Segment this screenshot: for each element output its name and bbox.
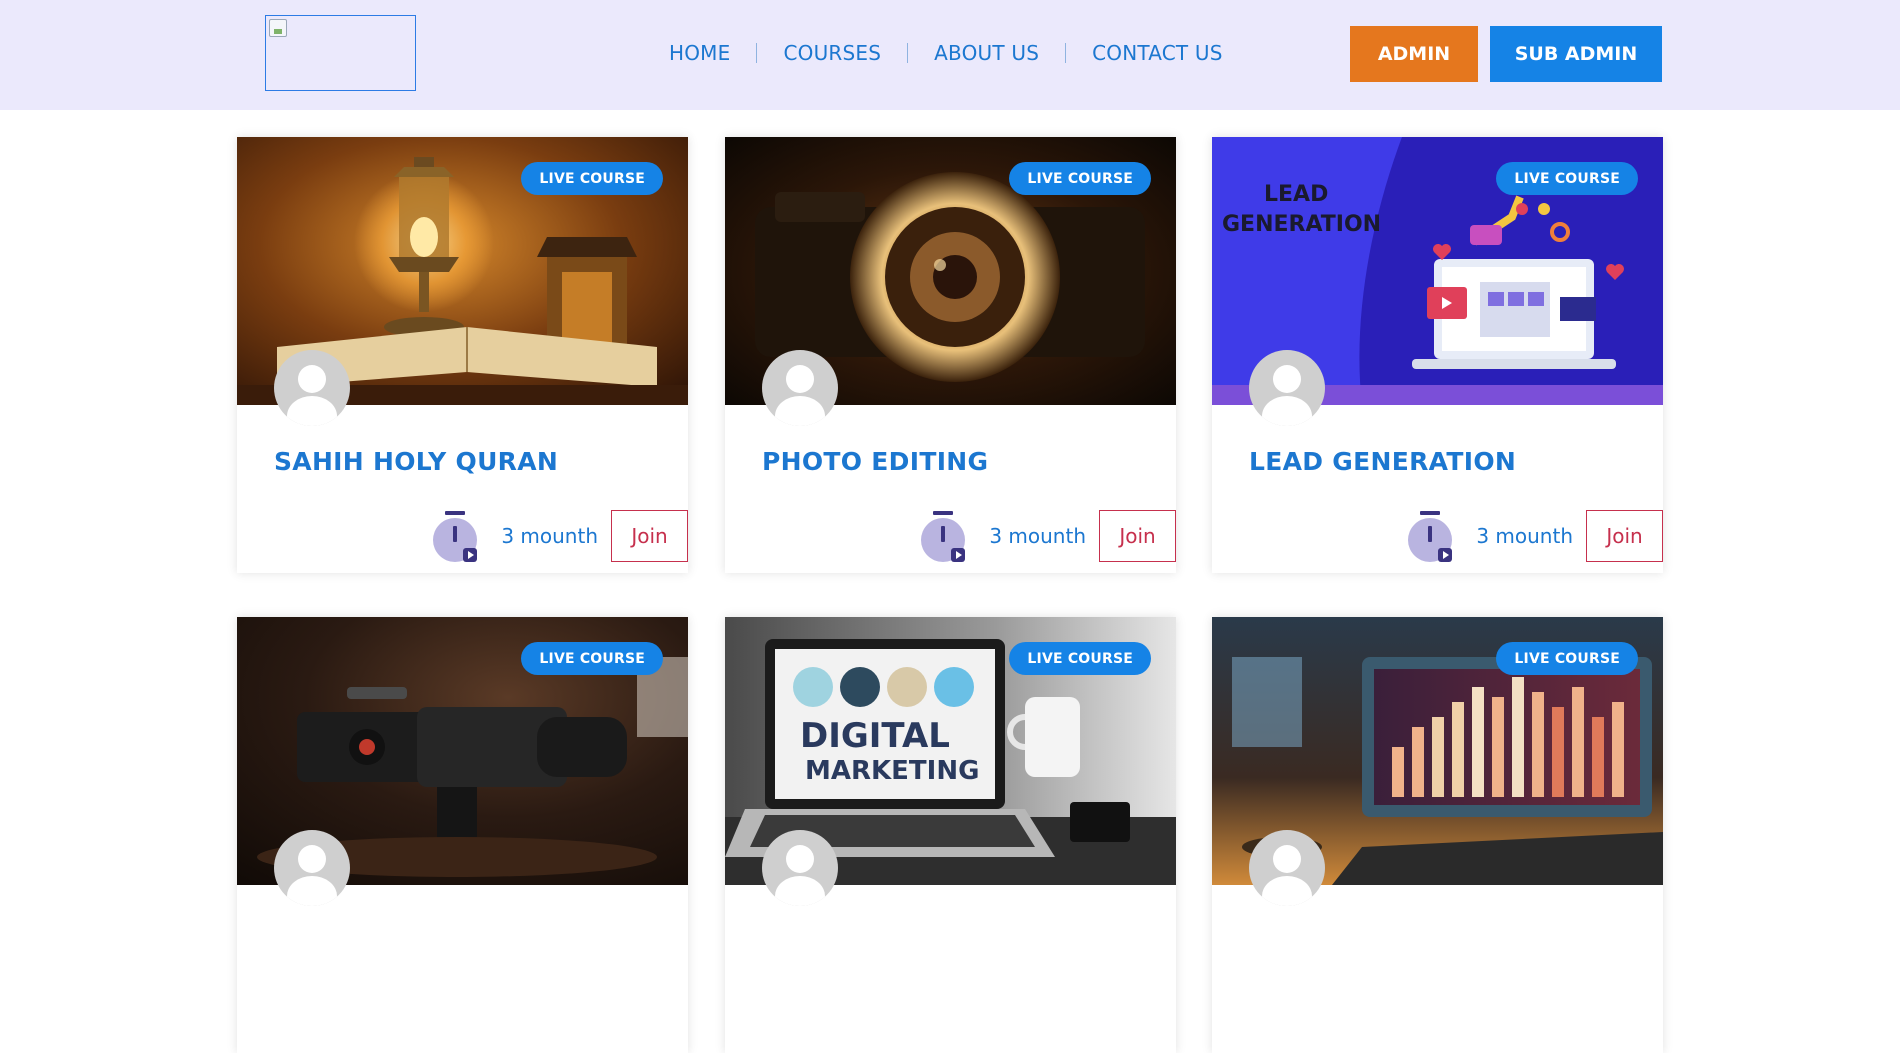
lead-text: LEAD — [1264, 182, 1328, 207]
course-card[interactable]: LEAD GENERATION LIVE COURSE LEAD GENERAT… — [1212, 137, 1663, 573]
generation-text: GENERATION — [1222, 212, 1381, 237]
digital-text: DIGITAL — [800, 716, 950, 756]
nav-about-us[interactable]: ABOUT US — [908, 41, 1065, 65]
course-meta: 3 mounth Join — [917, 510, 1176, 562]
nav-contact-us[interactable]: CONTACT US — [1066, 41, 1249, 65]
course-title[interactable]: PHOTO EDITING — [762, 447, 988, 476]
course-card[interactable]: LIVE COURSE — [237, 617, 688, 1053]
course-meta: 3 mounth Join — [1404, 510, 1663, 562]
join-button[interactable]: Join — [1586, 510, 1663, 562]
main-nav: HOME COURSES ABOUT US CONTACT US — [643, 37, 1249, 69]
live-course-badge: LIVE COURSE — [521, 162, 663, 195]
site-logo[interactable] — [265, 15, 416, 91]
course-duration: 3 mounth — [501, 524, 598, 548]
broken-image-icon — [269, 19, 287, 37]
stopwatch-play-icon — [433, 511, 478, 562]
instructor-avatar — [274, 830, 350, 906]
stopwatch-play-icon — [1408, 511, 1453, 562]
course-card[interactable]: LIVE COURSE PHOTO EDITING 3 mounth Join — [725, 137, 1176, 573]
live-course-badge: LIVE COURSE — [1009, 642, 1151, 675]
instructor-avatar — [1249, 830, 1325, 906]
instructor-avatar — [762, 830, 838, 906]
live-course-badge: LIVE COURSE — [1009, 162, 1151, 195]
course-duration: 3 mounth — [989, 524, 1086, 548]
course-meta: 3 mounth Join — [429, 510, 688, 562]
course-title[interactable]: LEAD GENERATION — [1249, 447, 1516, 476]
course-duration: 3 mounth — [1476, 524, 1573, 548]
site-header: HOME COURSES ABOUT US CONTACT US ADMIN S… — [0, 0, 1900, 110]
course-card[interactable]: LIVE COURSE SAHIH HOLY QURAN 3 mounth Jo… — [237, 137, 688, 573]
instructor-avatar — [274, 350, 350, 426]
nav-home[interactable]: HOME — [643, 41, 756, 65]
stopwatch-play-icon — [921, 511, 966, 562]
join-button[interactable]: Join — [611, 510, 688, 562]
course-title[interactable]: SAHIH HOLY QURAN — [274, 447, 558, 476]
live-course-badge: LIVE COURSE — [521, 642, 663, 675]
instructor-avatar — [1249, 350, 1325, 426]
live-course-badge: LIVE COURSE — [1496, 642, 1638, 675]
nav-courses[interactable]: COURSES — [757, 41, 907, 65]
admin-button[interactable]: ADMIN — [1350, 26, 1478, 82]
join-button[interactable]: Join — [1099, 510, 1176, 562]
marketing-text: MARKETING — [805, 756, 979, 786]
sub-admin-button[interactable]: SUB ADMIN — [1490, 26, 1662, 82]
course-card[interactable]: LIVE COURSE — [1212, 617, 1663, 1053]
course-card[interactable]: DIGITAL MARKETING LIVE COURSE — [725, 617, 1176, 1053]
live-course-badge: LIVE COURSE — [1496, 162, 1638, 195]
instructor-avatar — [762, 350, 838, 426]
